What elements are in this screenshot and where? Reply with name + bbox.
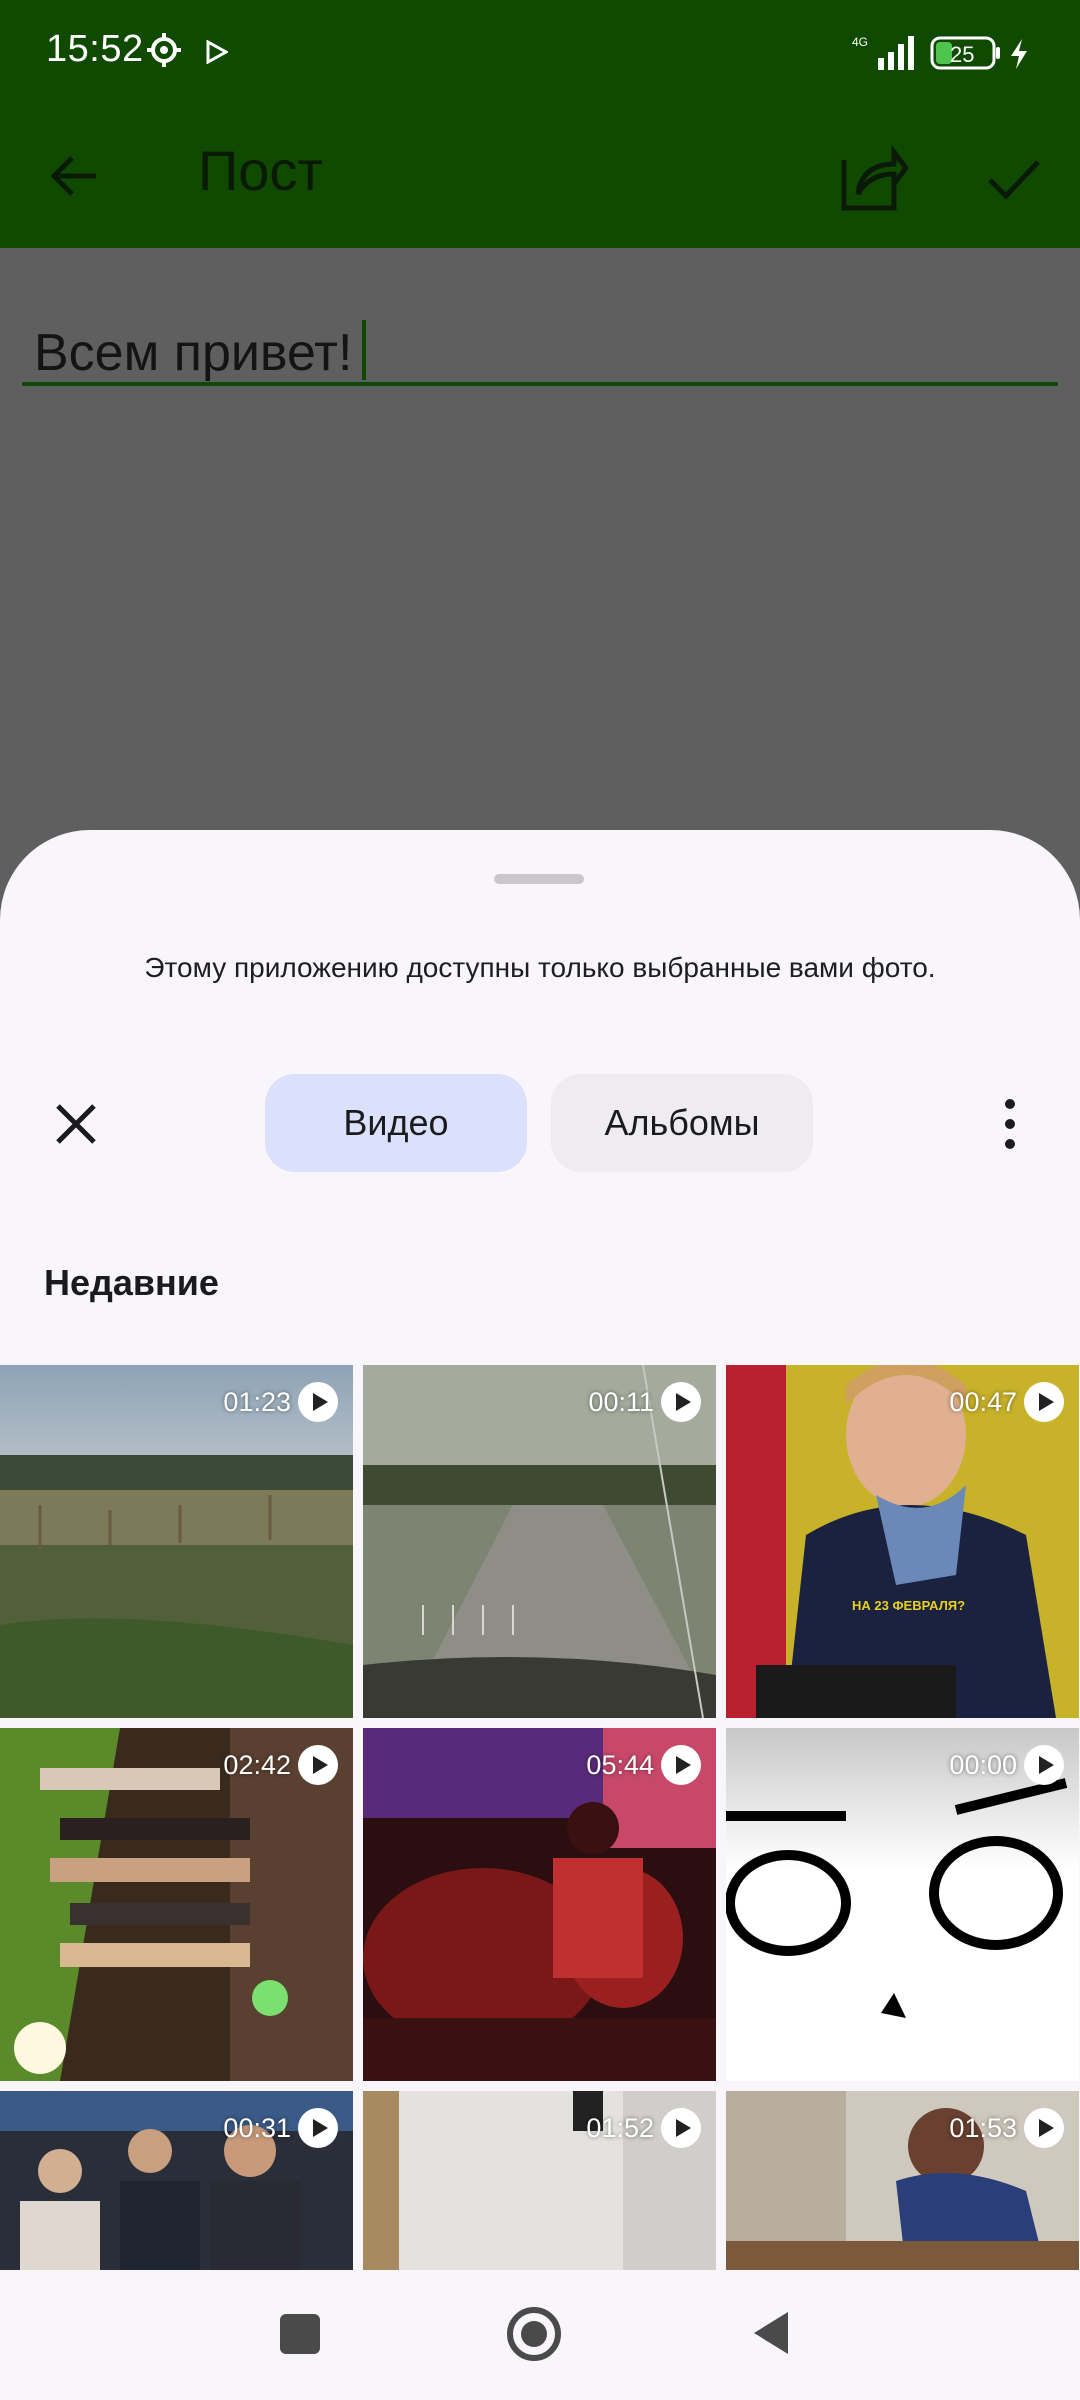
home-icon[interactable] <box>506 2306 562 2362</box>
play-icon <box>1024 2108 1064 2148</box>
play-icon <box>1024 1382 1064 1422</box>
play-icon <box>661 1382 701 1422</box>
video-duration: 05:44 <box>586 1750 654 1780</box>
video-duration: 01:23 <box>223 1387 291 1417</box>
svg-text:25: 25 <box>950 42 974 67</box>
play-store-icon <box>206 40 228 64</box>
play-icon <box>1024 1745 1064 1785</box>
drag-handle[interactable] <box>494 874 584 884</box>
video-duration: 00:00 <box>949 1750 1017 1780</box>
play-icon <box>298 2108 338 2148</box>
video-thumbnail[interactable]: 02:42 <box>0 1728 353 2081</box>
thumbnail-caption: НА 23 ФЕВРАЛЯ? <box>852 1598 965 1613</box>
navigation-bar <box>0 2270 1080 2400</box>
video-thumbnail[interactable]: 01:53 <box>726 2091 1079 2270</box>
check-icon[interactable] <box>984 148 1044 208</box>
video-duration: 00:31 <box>223 2113 291 2143</box>
photo-picker-sheet: Этому приложению доступны только выбранн… <box>0 830 1080 2270</box>
video-thumbnail[interactable]: 00:11 <box>363 1365 716 1718</box>
charging-icon <box>1011 39 1027 69</box>
section-title: Недавние <box>44 1262 219 1303</box>
signal-icon: 4G <box>852 35 914 70</box>
permission-notice: Этому приложению доступны только выбранн… <box>144 952 936 983</box>
post-text-value: Всем привет! <box>34 324 353 382</box>
battery-icon: 25 <box>930 36 1000 70</box>
play-icon <box>298 1745 338 1785</box>
video-thumbnail[interactable]: НА 23 ФЕВРАЛЯ? 00:47 <box>726 1365 1079 1718</box>
app-bar: Пост <box>0 108 1080 248</box>
video-duration: 00:11 <box>588 1387 654 1417</box>
close-icon[interactable] <box>52 1100 100 1148</box>
tab-video[interactable]: Видео <box>265 1074 527 1172</box>
video-thumbnail[interactable]: 00:31 <box>0 2091 353 2270</box>
gear-icon <box>147 33 181 67</box>
play-icon <box>661 2108 701 2148</box>
status-time: 15:52 <box>46 28 144 70</box>
post-text-field[interactable]: Всем привет! <box>22 310 1058 386</box>
text-cursor <box>362 320 367 380</box>
video-thumbnail[interactable]: 05:44 <box>363 1728 716 2081</box>
video-duration: 00:47 <box>949 1387 1017 1417</box>
video-duration: 02:42 <box>223 1750 291 1780</box>
play-icon <box>298 1382 338 1422</box>
back-icon[interactable] <box>752 2310 790 2356</box>
arrow-back-icon[interactable] <box>44 144 108 208</box>
video-grid: 01:23 00:11 НА 23 ФЕВРАЛЯ? 00:47 02:42 0… <box>0 1365 1080 2270</box>
tab-albums[interactable]: Альбомы <box>551 1074 813 1172</box>
video-thumbnail[interactable]: 01:52 <box>363 2091 716 2270</box>
svg-text:4G: 4G <box>852 35 868 49</box>
share-icon[interactable] <box>836 138 908 214</box>
status-bar: 15:52 4G 25 <box>0 0 1080 108</box>
video-duration: 01:53 <box>949 2113 1017 2143</box>
page-title: Пост <box>198 139 324 202</box>
video-thumbnail[interactable]: 01:23 <box>0 1365 353 1718</box>
recent-apps-icon[interactable] <box>280 2314 320 2354</box>
more-vert-icon[interactable] <box>992 1094 1028 1154</box>
play-icon <box>661 1745 701 1785</box>
video-thumbnail[interactable]: 00:00 <box>726 1728 1079 2081</box>
video-duration: 01:52 <box>586 2113 654 2143</box>
